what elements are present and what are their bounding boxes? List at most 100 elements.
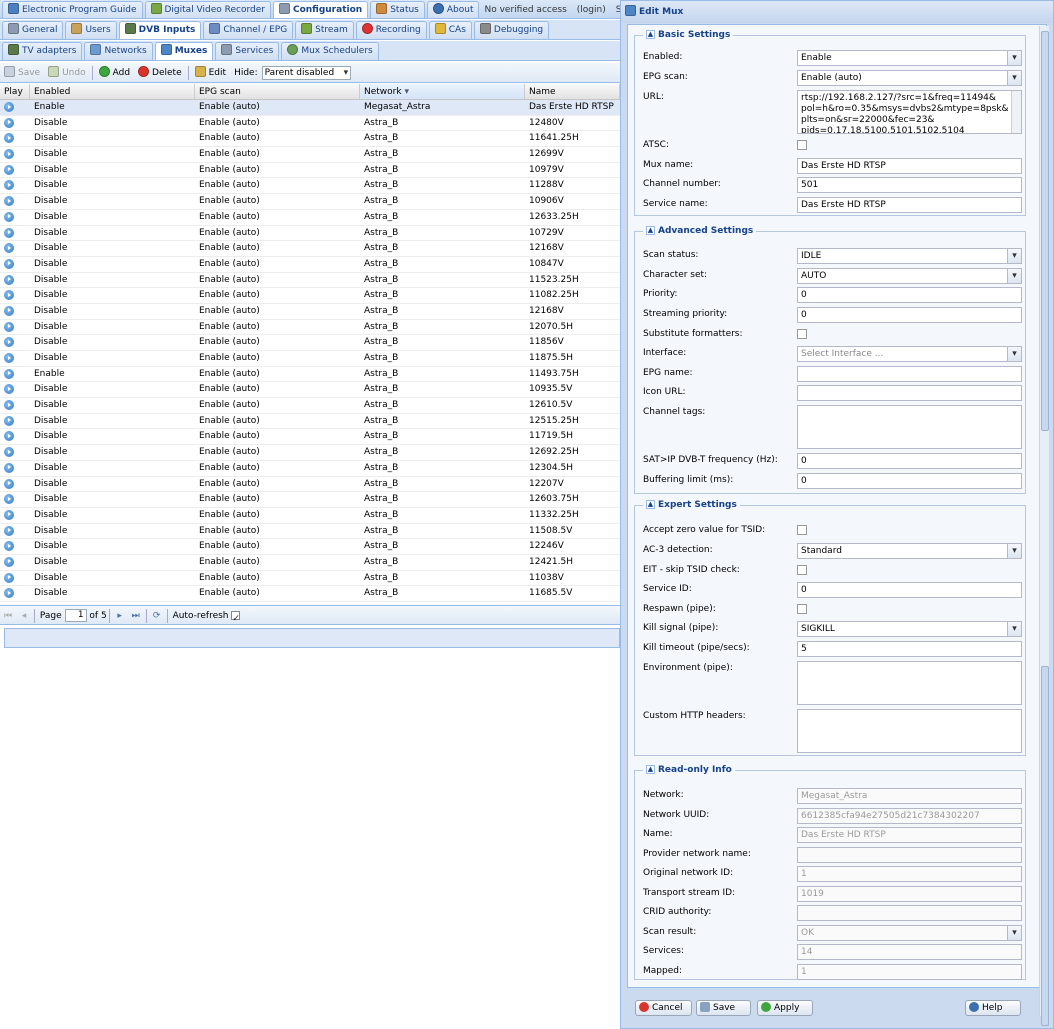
tab-stream[interactable]: Stream [295, 21, 354, 39]
table-row[interactable]: Disable Enable (auto) Astra_B 12603.75H [0, 492, 620, 508]
play-icon[interactable] [4, 556, 14, 567]
login-link[interactable]: (login) [572, 1, 611, 18]
play-icon[interactable] [4, 494, 14, 505]
http-headers-textarea[interactable] [797, 709, 1022, 753]
table-row[interactable]: Disable Enable (auto) Astra_B 12610.5V [0, 398, 620, 414]
play-icon[interactable] [4, 164, 14, 175]
collapse-icon[interactable]: ▲ [646, 500, 655, 509]
play-icon[interactable] [4, 102, 14, 112]
undo-button[interactable]: Undo [44, 64, 90, 82]
dialog-scrollbar[interactable] [1039, 26, 1049, 1026]
epg-scan-select[interactable]: Enable (auto) [797, 70, 1022, 86]
eit-skip-tsid-checkbox[interactable] [797, 565, 807, 575]
ac3-detection-select[interactable]: Standard [797, 543, 1022, 559]
play-icon[interactable] [4, 525, 14, 536]
table-row[interactable]: Disable Enable (auto) Astra_B 10729V [0, 226, 620, 242]
play-icon[interactable] [4, 588, 14, 599]
help-button[interactable]: Help [965, 1000, 1021, 1016]
play-icon[interactable] [4, 447, 14, 458]
play-icon[interactable] [4, 572, 14, 583]
table-row[interactable]: Disable Enable (auto) Astra_B 12699V [0, 147, 620, 163]
mux-name-input[interactable]: Das Erste HD RTSP [797, 158, 1022, 174]
table-row[interactable]: Disable Enable (auto) Astra_B 11875.5H [0, 351, 620, 367]
play-icon[interactable] [4, 133, 14, 144]
hide-select[interactable]: Parent disabled [261, 65, 352, 80]
table-row[interactable]: Enable Enable (auto) Astra_B 11493.75H [0, 367, 620, 383]
channel-number-input[interactable]: 501 [797, 177, 1022, 193]
epg-name-input[interactable] [797, 366, 1022, 382]
table-row[interactable]: Disable Enable (auto) Astra_B 12421.5H [0, 555, 620, 571]
buffering-limit-input[interactable]: 0 [797, 473, 1022, 489]
table-row[interactable]: Disable Enable (auto) Astra_B 12692.25H [0, 445, 620, 461]
table-row[interactable]: Disable Enable (auto) Astra_B 12633.25H [0, 210, 620, 226]
play-icon[interactable] [4, 117, 14, 128]
table-row[interactable]: Disable Enable (auto) Astra_B 11685.5V [0, 586, 620, 602]
first-page-icon[interactable]: ⏮ [2, 606, 14, 626]
table-row[interactable]: Disable Enable (auto) Astra_B 12304.5H [0, 461, 620, 477]
respawn-checkbox[interactable] [797, 604, 807, 614]
play-icon[interactable] [4, 415, 14, 426]
tab-muxes[interactable]: Muxes [154, 42, 214, 60]
next-page-icon[interactable]: ▸ [114, 606, 126, 626]
last-page-icon[interactable]: ⏭ [130, 606, 142, 626]
column-network[interactable]: Network ▾ [360, 84, 525, 99]
tab-networks[interactable]: Networks [84, 42, 153, 60]
tab-debugging[interactable]: Debugging [473, 21, 550, 39]
play-icon[interactable] [4, 431, 14, 442]
play-icon[interactable] [4, 478, 14, 489]
table-row[interactable]: Disable Enable (auto) Astra_B 12070.5H [0, 320, 620, 336]
play-icon[interactable] [4, 243, 14, 254]
table-row[interactable]: Enable Enable (auto) Megasat_Astra Das Erst… [0, 100, 620, 116]
priority-input[interactable]: 0 [797, 287, 1022, 303]
tab-general[interactable]: General [2, 21, 64, 39]
prev-page-icon[interactable]: ◂ [18, 606, 30, 626]
table-row[interactable]: Disable Enable (auto) Astra_B 12207V [0, 477, 620, 493]
table-row[interactable]: Disable Enable (auto) Astra_B 11641.25H [0, 131, 620, 148]
scrollbar-thumb[interactable] [1041, 666, 1049, 1026]
enabled-select[interactable]: Enable [797, 50, 1022, 66]
play-icon[interactable] [4, 196, 14, 207]
table-row[interactable]: Disable Enable (auto) Astra_B 11508.5V [0, 524, 620, 540]
column-name[interactable]: Name [525, 84, 620, 99]
play-icon[interactable] [4, 541, 14, 552]
atsc-checkbox[interactable] [797, 140, 807, 150]
play-icon[interactable] [4, 509, 14, 520]
advanced-settings-legend[interactable]: ▲ Advanced Settings [643, 226, 756, 236]
play-icon[interactable] [4, 353, 14, 363]
delete-button[interactable]: Delete [134, 64, 186, 82]
table-row[interactable]: Disable Enable (auto) Astra_B 11288V [0, 178, 620, 195]
tab-status[interactable]: Status [370, 1, 425, 18]
tab-cas[interactable]: CAs [428, 21, 472, 39]
interface-select[interactable]: Select Interface ... [797, 346, 1022, 362]
play-icon[interactable] [4, 368, 14, 379]
play-icon[interactable] [4, 180, 14, 191]
collapse-icon[interactable]: ▲ [646, 765, 655, 774]
expert-settings-legend[interactable]: ▲ Expert Settings [643, 500, 740, 510]
table-row[interactable]: Disable Enable (auto) Astra_B 11332.25H [0, 508, 620, 524]
dialog-title-bar[interactable]: Edit Mux [621, 1, 1053, 23]
character-set-select[interactable]: AUTO [797, 268, 1022, 284]
service-id-input[interactable]: 0 [797, 582, 1022, 598]
column-play[interactable]: Play [0, 84, 30, 99]
play-icon[interactable] [4, 227, 14, 238]
cancel-button[interactable]: Cancel [635, 1000, 692, 1016]
tab-dvr[interactable]: Digital Video Recorder [144, 1, 271, 18]
icon-url-input[interactable] [797, 385, 1022, 401]
play-icon[interactable] [4, 400, 14, 411]
play-icon[interactable] [4, 211, 14, 222]
kill-signal-select[interactable]: SIGKILL [797, 621, 1022, 637]
play-icon[interactable] [4, 321, 14, 332]
scan-status-select[interactable]: IDLE [797, 248, 1022, 264]
page-number-input[interactable]: 1 [64, 609, 87, 622]
textarea-scrollbar[interactable] [1011, 91, 1021, 133]
save-button[interactable]: Save [0, 64, 44, 82]
table-row[interactable]: Disable Enable (auto) Astra_B 10935.5V [0, 382, 620, 399]
tab-tv-adapters[interactable]: TV adapters [2, 42, 83, 60]
tab-configuration[interactable]: Configuration [272, 1, 369, 18]
play-icon[interactable] [4, 384, 14, 395]
tab-recording[interactable]: Recording [355, 21, 427, 39]
service-name-input[interactable]: Das Erste HD RTSP [797, 197, 1022, 213]
table-row[interactable]: Disable Enable (auto) Astra_B 11523.25H [0, 273, 620, 289]
environment-textarea[interactable] [797, 661, 1022, 705]
save-button[interactable]: Save [696, 1000, 751, 1016]
